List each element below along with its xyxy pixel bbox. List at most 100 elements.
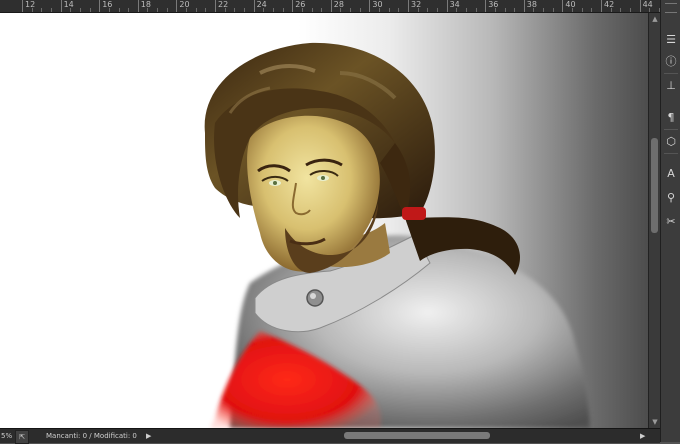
ruler-minor-tick xyxy=(70,8,72,12)
ruler-minor-tick xyxy=(543,8,545,12)
ruler-minor-tick xyxy=(205,8,207,12)
brush-icon[interactable]: ⚲ xyxy=(663,188,679,206)
ruler-minor-tick xyxy=(591,8,593,12)
status-bar: 5% ⇱ Mancanti: 0 / Modificati: 0 ▶ ▶ xyxy=(0,428,660,444)
ruler-major-tick xyxy=(60,0,62,12)
ruler-major-tick xyxy=(176,0,178,12)
ruler-minor-tick xyxy=(108,8,110,12)
ruler-minor-tick xyxy=(147,8,149,12)
tools-icon[interactable]: ✂ xyxy=(663,212,679,230)
ruler-minor-tick xyxy=(398,8,400,12)
ruler-label: 34 xyxy=(449,0,460,9)
ruler-major-tick xyxy=(562,0,564,12)
ruler-minor-tick xyxy=(41,8,43,12)
ruler-minor-tick xyxy=(166,8,168,12)
dock-grip[interactable] xyxy=(665,3,677,13)
ruler-label: 38 xyxy=(526,0,537,9)
ruler-minor-tick xyxy=(359,8,361,12)
scroll-down-icon[interactable]: ▼ xyxy=(651,418,659,426)
info-icon[interactable]: ⓘ xyxy=(663,52,679,70)
ruler-label: 30 xyxy=(372,0,383,9)
ruler-minor-tick xyxy=(436,8,438,12)
play-icon[interactable]: ▶ xyxy=(146,429,151,443)
ruler-label: 12 xyxy=(25,0,36,9)
ruler-major-tick xyxy=(99,0,101,12)
character-icon[interactable]: A xyxy=(663,164,679,182)
ruler-minor-tick xyxy=(388,8,390,12)
ruler-minor-tick xyxy=(581,8,583,12)
ruler-minor-tick xyxy=(321,8,323,12)
ruler-minor-tick xyxy=(263,8,265,12)
ruler-label: 44 xyxy=(642,0,653,9)
ruler-major-tick xyxy=(639,0,641,12)
ruler-major-tick xyxy=(408,0,409,12)
ruler-label: 18 xyxy=(140,0,151,9)
ruler-minor-tick xyxy=(282,8,284,12)
ruler-minor-tick xyxy=(379,8,381,12)
scroll-up-icon[interactable]: ▲ xyxy=(651,15,659,23)
layers-icon[interactable]: ☰ xyxy=(663,30,679,48)
ruler-major-tick xyxy=(446,0,448,12)
ruler-minor-tick xyxy=(456,8,458,12)
ruler-minor-tick xyxy=(504,8,506,12)
horizontal-scroll-thumb[interactable] xyxy=(344,432,490,439)
ruler-minor-tick xyxy=(620,8,622,12)
ruler-minor-tick xyxy=(79,8,81,12)
ruler-major-tick xyxy=(22,0,23,12)
ruler-major-tick xyxy=(601,0,602,12)
top-ruler[interactable]: 12 14 16 18 20 22 24 26 28 30 32 34 36 38 40 42 44 xyxy=(0,0,660,13)
ruler-major-tick xyxy=(137,0,139,12)
ruler-major-tick xyxy=(485,0,487,12)
ruler-minor-tick xyxy=(475,8,477,12)
ruler-minor-tick xyxy=(89,8,91,12)
panel-dock: ☰ ⓘ ⊥ ¶ ⬡ A ⚲ ✂ xyxy=(660,0,680,442)
ruler-minor-tick xyxy=(157,8,159,12)
cube-icon[interactable]: ⬡ xyxy=(663,132,679,150)
ruler-minor-tick xyxy=(465,8,467,12)
document-canvas[interactable] xyxy=(0,13,648,428)
ruler-label: 26 xyxy=(295,0,306,9)
vertical-scroll-thumb[interactable] xyxy=(651,138,658,233)
ruler-minor-tick xyxy=(494,8,496,12)
ruler-label: 42 xyxy=(604,0,615,9)
ruler-minor-tick xyxy=(311,8,313,12)
ruler-major-tick xyxy=(292,0,294,12)
ruler-minor-tick xyxy=(350,8,352,12)
ruler-minor-tick xyxy=(514,8,516,12)
ruler-label: 22 xyxy=(218,0,229,9)
dock-separator xyxy=(664,73,678,74)
ruler-minor-tick xyxy=(572,8,574,12)
ruler-minor-tick xyxy=(128,8,130,12)
ruler-label: 36 xyxy=(488,0,499,9)
ruler-major-tick xyxy=(253,0,255,12)
scroll-right-icon[interactable]: ▶ xyxy=(640,429,645,443)
status-text: Mancanti: 0 / Modificati: 0 xyxy=(46,432,137,440)
ruler-label: 14 xyxy=(63,0,74,9)
dock-separator xyxy=(664,129,678,130)
ruler-minor-tick xyxy=(417,8,419,12)
ruler-minor-tick xyxy=(118,8,120,12)
ruler-minor-tick xyxy=(234,8,236,12)
dock-separator xyxy=(664,153,678,154)
ruler-minor-tick xyxy=(629,8,631,12)
ruler-major-tick xyxy=(523,0,525,12)
paragraph-icon[interactable]: ¶ xyxy=(663,108,679,126)
ruler-major-tick xyxy=(369,0,371,12)
ruler-minor-tick xyxy=(31,8,33,12)
ruler-label: 20 xyxy=(179,0,190,9)
ruler-minor-tick xyxy=(224,8,226,12)
ruler-minor-tick xyxy=(649,8,651,12)
ruler-minor-tick xyxy=(301,8,303,12)
ruler-minor-tick xyxy=(610,8,612,12)
ruler-minor-tick xyxy=(50,8,52,12)
ruler-minor-tick xyxy=(272,8,274,12)
ruler-label: 40 xyxy=(565,0,576,9)
ruler-minor-tick xyxy=(186,8,188,12)
artwork-portrait xyxy=(204,42,590,428)
ruler-minor-tick xyxy=(552,8,554,12)
zoom-level[interactable]: 5% xyxy=(1,429,12,443)
ruler-major-tick xyxy=(215,0,216,12)
align-icon[interactable]: ⊥ xyxy=(663,76,679,94)
ruler-label: 24 xyxy=(256,0,267,9)
ruler-minor-tick xyxy=(427,8,429,12)
